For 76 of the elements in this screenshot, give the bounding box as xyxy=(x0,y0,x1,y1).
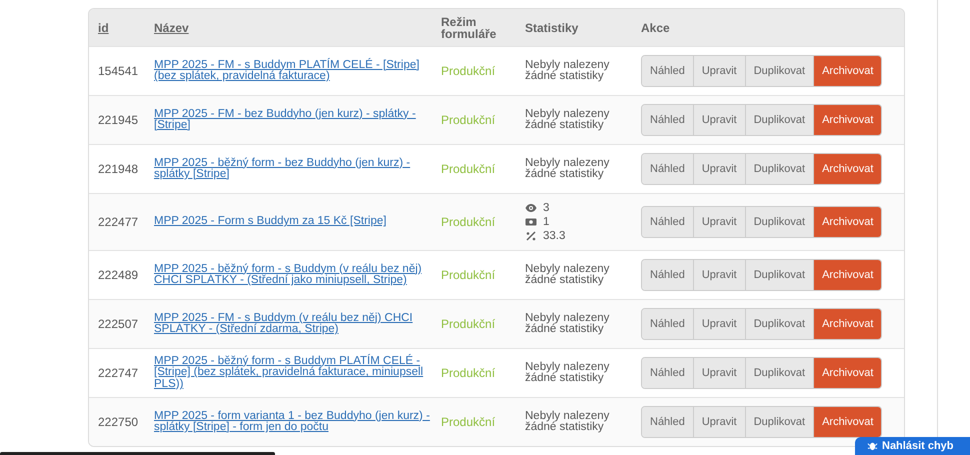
bug-icon xyxy=(867,440,878,451)
form-mode: Produkční xyxy=(441,64,496,78)
form-name-link[interactable]: MPP 2025 - FM - bez Buddyho (jen kurz) - splátky - [Stripe] xyxy=(154,102,432,138)
column-header[interactable]: Název xyxy=(154,22,189,34)
action-button[interactable]: Náhled xyxy=(642,56,694,86)
no-statistics-text: Nebyly nalezeny žádné statistiky xyxy=(525,108,610,132)
form-mode: Produkční xyxy=(441,415,496,429)
no-statistics-text: Nebyly nalezeny žádné statistiky xyxy=(525,362,610,384)
form-name-link[interactable]: MPP 2025 - běžný form - s Buddym (v reálu bez něj) CHCI SPLÁTKY - (Střední jako miniupsell, Stripe) xyxy=(154,258,432,292)
action-button[interactable]: Náhled xyxy=(642,358,694,388)
eye-icon xyxy=(525,202,537,214)
action-button[interactable]: Upravit xyxy=(694,105,746,135)
form-name-link[interactable]: MPP 2025 - Form s Buddym za 15 Kč [Stripe] xyxy=(154,210,386,234)
report-bug-button[interactable]: Nahlásit chyb xyxy=(855,437,970,455)
form-id: 221948 xyxy=(98,162,138,176)
form-name-link[interactable]: MPP 2025 - form varianta 1 - bez Buddyho (jen kurz) - splátky [Stripe] - form jen do počtu xyxy=(154,404,432,440)
form-mode: Produkční xyxy=(441,113,496,127)
action-button[interactable]: Duplikovat xyxy=(746,154,814,184)
form-id: 222750 xyxy=(98,415,138,429)
action-button[interactable]: Upravit xyxy=(694,407,746,437)
action-button[interactable]: Upravit xyxy=(694,358,746,388)
action-button[interactable]: Náhled xyxy=(642,105,694,135)
action-button[interactable]: Duplikovat xyxy=(746,358,814,388)
action-button[interactable]: Upravit xyxy=(694,207,746,237)
column-header: Akce xyxy=(641,22,670,34)
action-button[interactable]: Náhled xyxy=(642,260,694,290)
archive-button[interactable]: Archivovat xyxy=(814,260,882,290)
action-button[interactable]: Duplikovat xyxy=(746,105,814,135)
form-mode: Produkční xyxy=(441,215,496,229)
form-mode: Produkční xyxy=(441,317,496,331)
no-statistics-text: Nebyly nalezeny žádné statistiky xyxy=(525,312,610,336)
action-button[interactable]: Upravit xyxy=(694,56,746,86)
form-name-link[interactable]: MPP 2025 - běžný form - bez Buddyho (jen kurz) - splátky [Stripe] xyxy=(154,152,432,186)
action-button[interactable]: Náhled xyxy=(642,407,694,437)
action-button[interactable]: Duplikovat xyxy=(746,407,814,437)
no-statistics-text: Nebyly nalezeny žádné statistiky xyxy=(525,158,610,180)
form-name-link[interactable]: MPP 2025 - FM - s Buddym (v reálu bez něj) CHCI SPLÁTKY - (Střední zdarma, Stripe) xyxy=(154,306,432,342)
form-name-link[interactable]: MPP 2025 - běžný form - s Buddym PLATÍM CELÉ - [Stripe] (bez splátek, pravidelná fakturace, miniupsell PLS)) xyxy=(154,350,432,396)
archive-button[interactable]: Archivovat xyxy=(814,207,882,237)
form-id: 222489 xyxy=(98,268,138,282)
form-id: 222507 xyxy=(98,317,138,331)
action-button[interactable]: Upravit xyxy=(694,309,746,339)
archive-button[interactable]: Archivovat xyxy=(814,358,882,388)
action-button[interactable]: Duplikovat xyxy=(746,207,814,237)
action-button[interactable]: Duplikovat xyxy=(746,56,814,86)
archive-button[interactable]: Archivovat xyxy=(814,154,882,184)
form-id: 154541 xyxy=(98,64,138,78)
percent-icon xyxy=(525,230,537,242)
action-button[interactable]: Náhled xyxy=(642,154,694,184)
stat-value: 1 xyxy=(543,216,550,228)
form-mode: Produkční xyxy=(441,268,496,282)
action-button[interactable]: Upravit xyxy=(694,154,746,184)
column-header: Statistiky xyxy=(525,22,578,34)
form-mode: Produkční xyxy=(441,366,496,380)
action-button[interactable]: Duplikovat xyxy=(746,260,814,290)
stat-value: 33.3 xyxy=(543,230,566,242)
form-mode: Produkční xyxy=(441,162,496,176)
archive-button[interactable]: Archivovat xyxy=(814,309,882,339)
no-statistics-text: Nebyly nalezeny žádné statistiky xyxy=(525,410,610,434)
no-statistics-text: Nebyly nalezeny žádné statistiky xyxy=(525,264,610,286)
no-statistics-text: Nebyly nalezeny žádné statistiky xyxy=(525,60,610,82)
column-header: Režim formuláře xyxy=(441,16,498,40)
action-button[interactable]: Náhled xyxy=(642,207,694,237)
form-name-link[interactable]: MPP 2025 - FM - s Buddym PLATÍM CELÉ - [Stripe] (bez splátek, pravidelná fakturace) xyxy=(154,54,432,88)
form-id: 222477 xyxy=(98,215,138,229)
action-button[interactable]: Duplikovat xyxy=(746,309,814,339)
archive-button[interactable]: Archivovat xyxy=(814,56,882,86)
archive-button[interactable]: Archivovat xyxy=(814,407,882,437)
action-button[interactable]: Upravit xyxy=(694,260,746,290)
archive-button[interactable]: Archivovat xyxy=(814,105,882,135)
action-button[interactable]: Náhled xyxy=(642,309,694,339)
form-id: 222747 xyxy=(98,366,138,380)
banknote-icon xyxy=(525,216,537,228)
form-id: 221945 xyxy=(98,113,138,127)
column-header[interactable]: id xyxy=(98,22,109,34)
stat-value: 3 xyxy=(543,202,550,214)
